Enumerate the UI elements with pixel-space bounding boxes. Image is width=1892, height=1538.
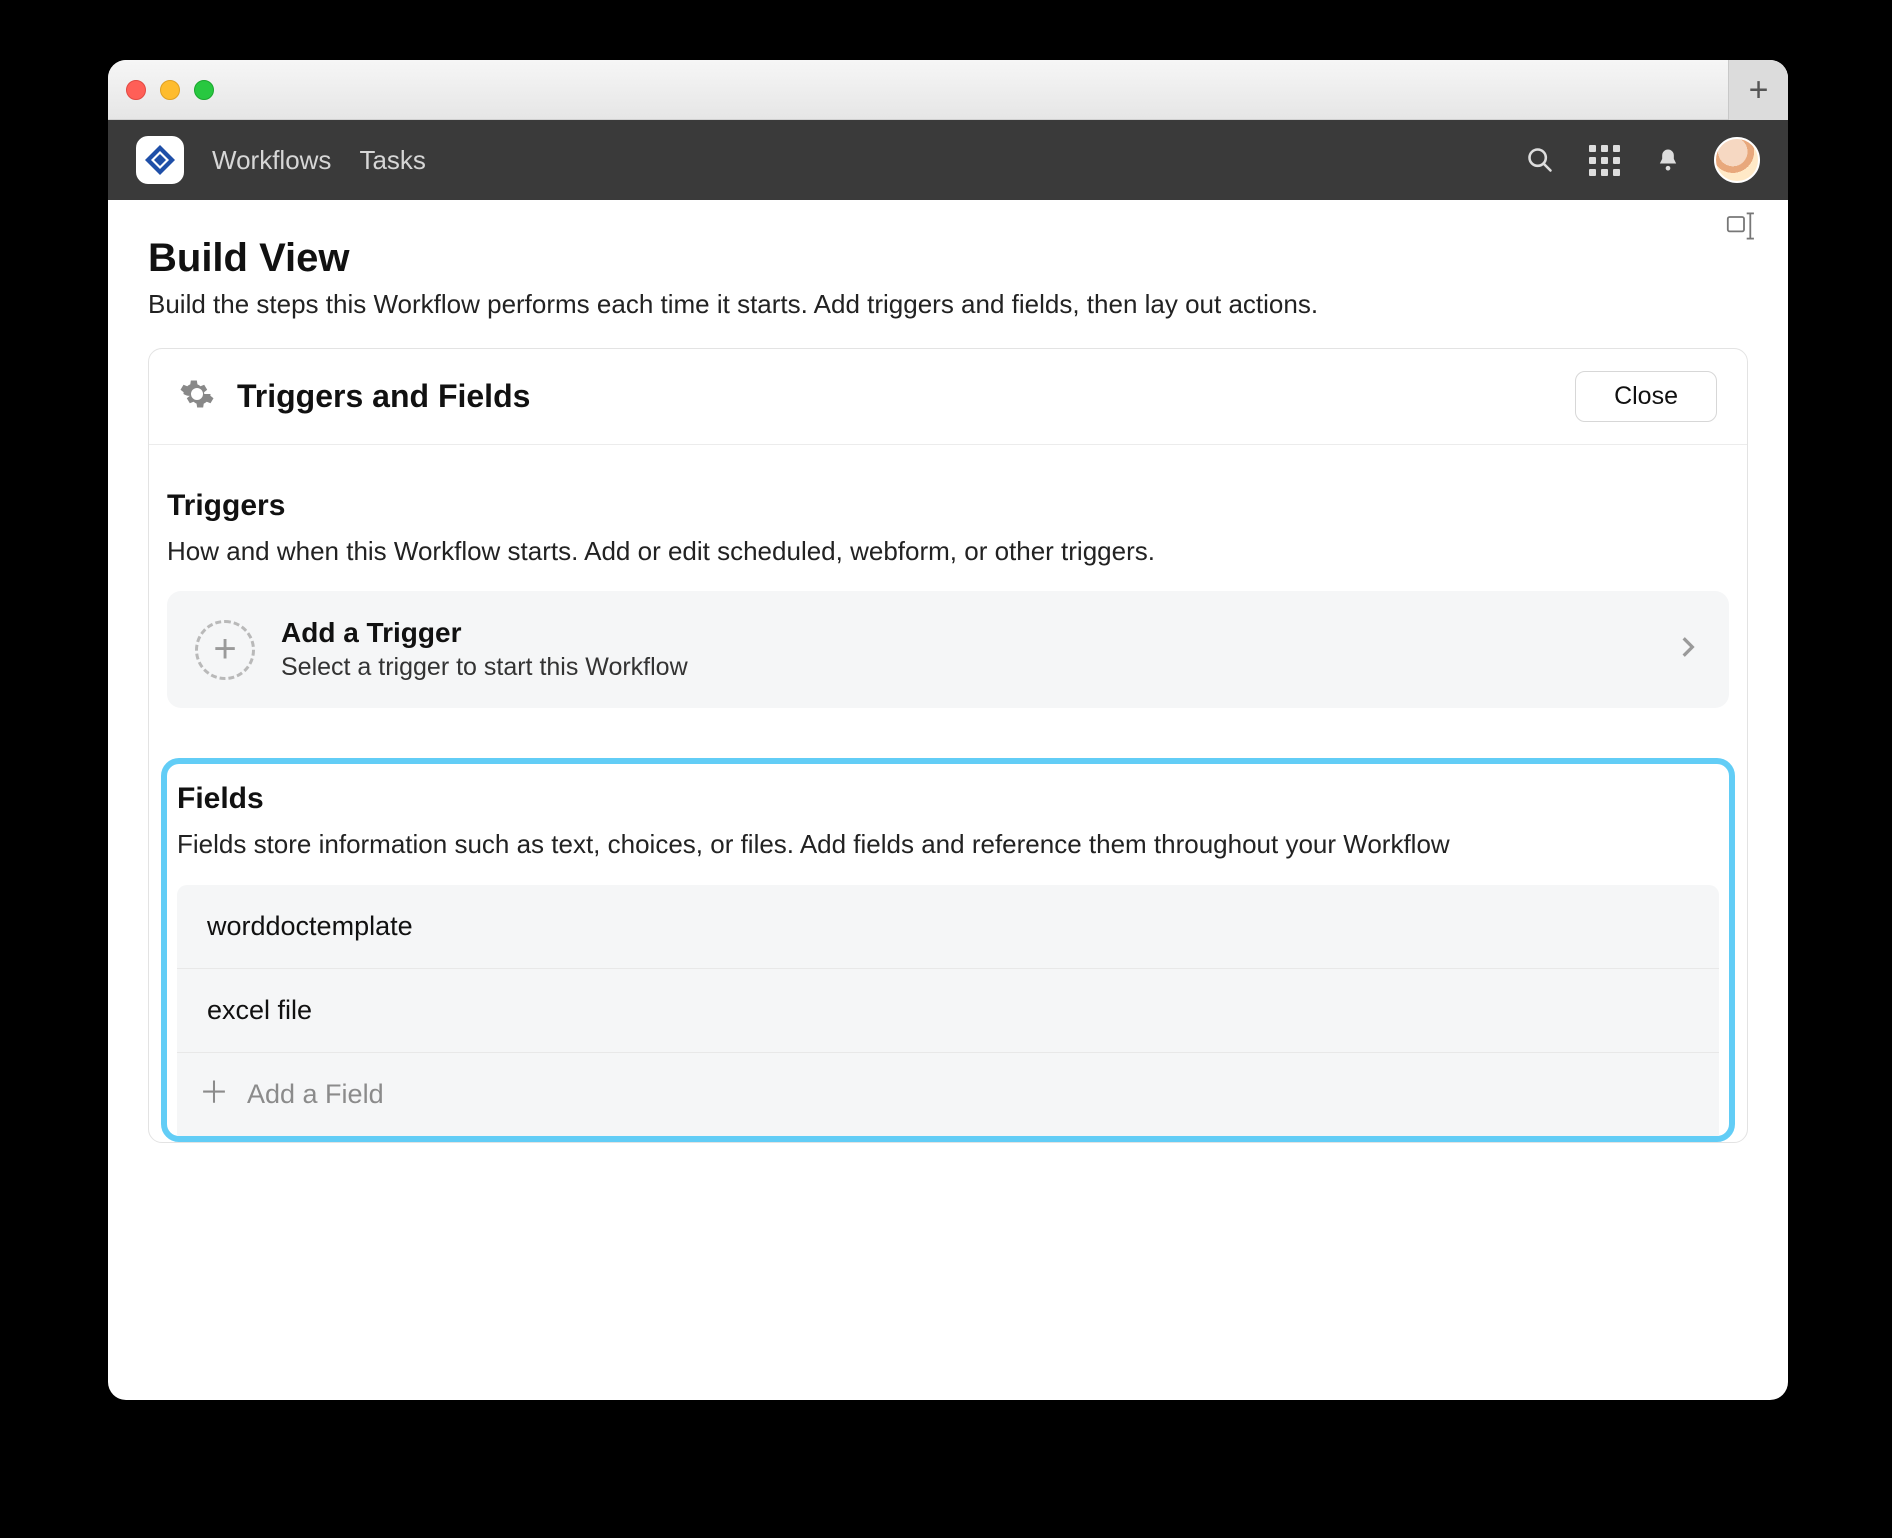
- app-window: + Workflows Tasks Build Vi: [108, 60, 1788, 1400]
- page-title: Build View: [148, 236, 1748, 281]
- chevron-right-icon: [1675, 634, 1701, 665]
- fields-subheading: Fields store information such as text, c…: [177, 826, 1719, 862]
- page-content: Build View Build the steps this Workflow…: [108, 200, 1788, 1400]
- close-button[interactable]: Close: [1575, 371, 1717, 422]
- window-maximize-button[interactable]: [194, 80, 214, 100]
- field-item[interactable]: excel file: [177, 969, 1719, 1053]
- search-icon[interactable]: [1522, 142, 1558, 178]
- triggers-heading: Triggers: [167, 489, 1729, 523]
- add-trigger-title: Add a Trigger: [281, 617, 1649, 649]
- plus-circle-icon: +: [195, 620, 255, 680]
- gear-icon: [179, 376, 215, 417]
- window-close-button[interactable]: [126, 80, 146, 100]
- new-tab-button[interactable]: +: [1728, 60, 1788, 120]
- add-field-button[interactable]: ＋ Add a Field: [177, 1053, 1719, 1136]
- panel-title: Triggers and Fields: [237, 378, 1553, 415]
- add-trigger-subtitle: Select a trigger to start this Workflow: [281, 653, 1649, 682]
- fields-heading: Fields: [177, 782, 1719, 816]
- plus-icon: ＋: [199, 1079, 229, 1109]
- add-trigger-button[interactable]: + Add a Trigger Select a trigger to star…: [167, 591, 1729, 708]
- triggers-subheading: How and when this Workflow starts. Add o…: [167, 533, 1729, 569]
- fields-highlight: Fields Fields store information such as …: [161, 758, 1735, 1141]
- fields-list: worddoctemplate excel file ＋ Add a Field: [177, 885, 1719, 1136]
- apps-grid-icon[interactable]: [1586, 142, 1622, 178]
- notifications-icon[interactable]: [1650, 142, 1686, 178]
- nav-tasks[interactable]: Tasks: [359, 145, 425, 176]
- rename-icon[interactable]: [1726, 210, 1762, 247]
- user-avatar[interactable]: [1714, 137, 1760, 183]
- nav-workflows[interactable]: Workflows: [212, 145, 331, 176]
- titlebar: +: [108, 60, 1788, 120]
- traffic-lights: [126, 80, 214, 100]
- app-header: Workflows Tasks: [108, 120, 1788, 200]
- add-field-label: Add a Field: [247, 1079, 384, 1110]
- page-subtitle: Build the steps this Workflow performs e…: [148, 289, 1748, 320]
- window-minimize-button[interactable]: [160, 80, 180, 100]
- triggers-fields-panel: Triggers and Fields Close Triggers How a…: [148, 348, 1748, 1143]
- field-item[interactable]: worddoctemplate: [177, 885, 1719, 969]
- app-logo-icon[interactable]: [136, 136, 184, 184]
- panel-header: Triggers and Fields Close: [149, 349, 1747, 445]
